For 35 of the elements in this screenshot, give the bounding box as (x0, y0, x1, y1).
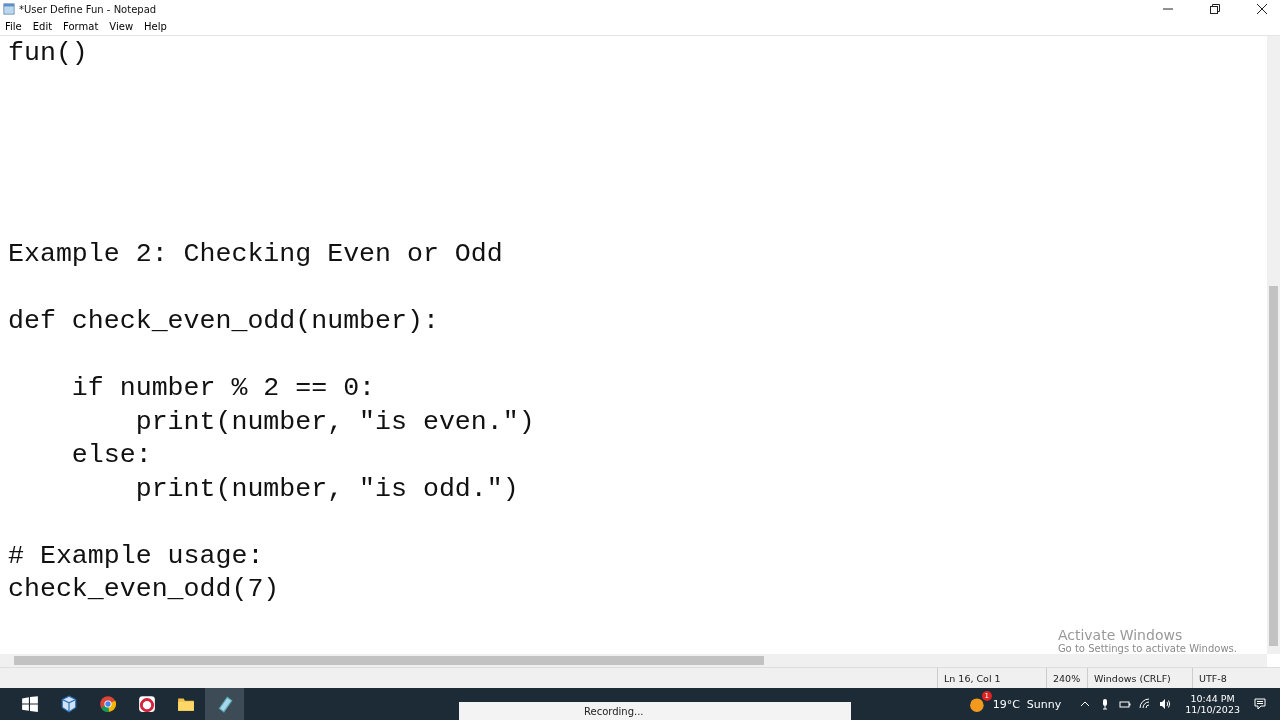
weather-text[interactable]: 19°C Sunny (992, 697, 1062, 711)
menu-item[interactable]: Help (144, 21, 167, 32)
code-line: else: (70, 439, 153, 472)
activation-message: Go to Settings to activate Windows. (1057, 643, 1237, 654)
chrome-icon[interactable] (99, 695, 117, 713)
close-icon[interactable] (1257, 4, 1267, 14)
code-line: print(number, "is odd.") (134, 472, 520, 506)
code-line: print(number, "is even.") (134, 405, 536, 439)
menu-item[interactable]: View (109, 21, 134, 32)
clock-time[interactable]: 10:44 PM (1190, 693, 1235, 704)
activation-title: Activate Windows (1057, 627, 1184, 643)
code-line: if number % 2 == 0: (70, 372, 377, 405)
recording-status: Recording... (584, 705, 644, 717)
cube-icon[interactable] (60, 695, 78, 713)
restore-icon[interactable] (1210, 4, 1220, 14)
menu-item[interactable]: Edit (32, 21, 53, 32)
windows-start-icon[interactable] (21, 695, 39, 713)
code-line: def check_even_odd(number): (8, 305, 440, 338)
code-line: Example 2: Checking Even or Odd (8, 238, 504, 271)
code-line: fun() (8, 37, 89, 70)
window-title: *User Define Fun - Notepad (19, 3, 157, 15)
clock-date[interactable]: 11/10/2023 (1185, 704, 1240, 715)
wifi-icon[interactable] (1139, 698, 1152, 710)
volume-icon[interactable] (1159, 698, 1172, 710)
notepad-icon (3, 3, 15, 15)
horizontal-scrollbar[interactable] (0, 654, 1267, 667)
menu-item[interactable]: Format (63, 21, 99, 32)
menu-item[interactable]: File (5, 21, 22, 32)
notifications-icon[interactable] (1254, 698, 1266, 710)
battery-icon[interactable] (1119, 698, 1132, 710)
folder-icon[interactable] (177, 695, 195, 713)
notepad-icon[interactable] (216, 695, 234, 713)
code-line: # Example usage: (8, 539, 265, 573)
vertical-scrollbar[interactable] (1267, 36, 1280, 654)
code-line: check_even_odd(7) (8, 573, 281, 606)
